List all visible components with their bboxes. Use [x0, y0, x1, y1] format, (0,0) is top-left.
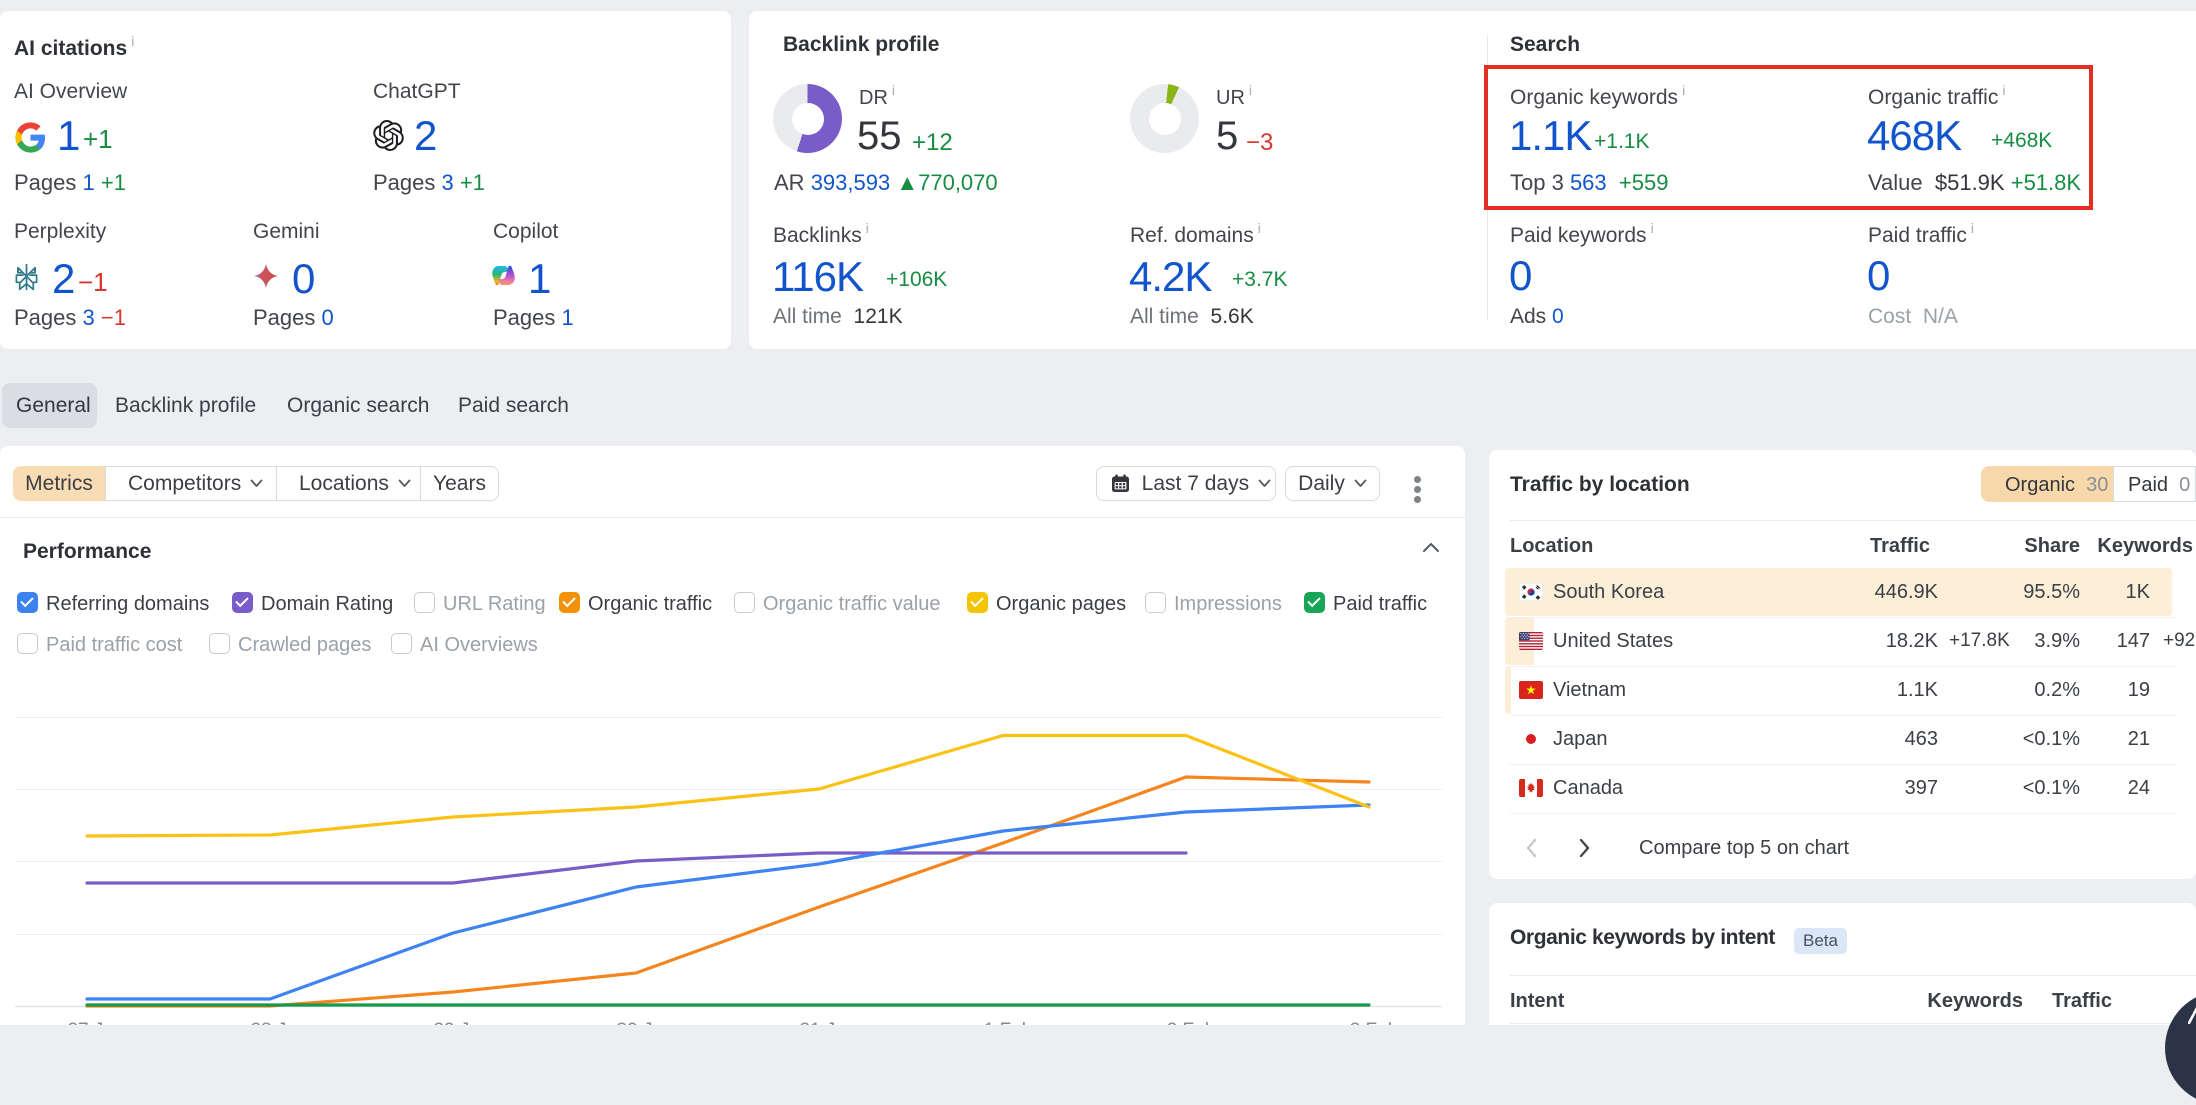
svg-text:3 Feb: 3 Feb — [1350, 1020, 1399, 1025]
svg-text:1 Feb: 1 Feb — [984, 1020, 1033, 1025]
svg-text:28 Jan: 28 Jan — [250, 1020, 307, 1025]
svg-text:31 Jan: 31 Jan — [799, 1020, 856, 1025]
svg-text:30 Jan: 30 Jan — [616, 1020, 673, 1025]
svg-text:2 Feb: 2 Feb — [1167, 1020, 1216, 1025]
svg-text:27 Jan: 27 Jan — [67, 1020, 124, 1025]
svg-text:29 Jan: 29 Jan — [433, 1020, 490, 1025]
